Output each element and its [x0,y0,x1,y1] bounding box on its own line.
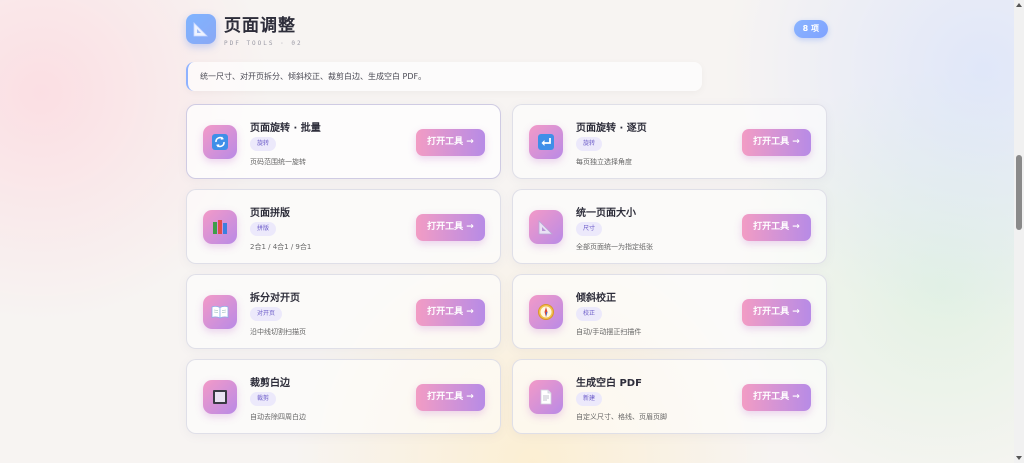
tool-title: 倾斜校正 [576,293,616,304]
books-icon [203,210,237,244]
tool-description: 自定义尺寸、格线、页眉页脚 [576,413,667,421]
page-scrollbar[interactable] [1014,0,1024,463]
open-tool-button[interactable]: 打开工具 → [742,299,811,326]
open-tool-button[interactable]: 打开工具 → [742,214,811,241]
open-tool-button[interactable]: 打开工具 → [416,384,485,411]
tool-card-blank-pdf[interactable]: 生成空白 PDF 新建 自定义尺寸、格线、页眉页脚 打开工具 → [512,359,827,434]
page-title: 页面调整 [224,16,296,36]
tool-tag: 裁剪 [250,392,277,406]
tool-description: 自动/手动摆正扫描件 [576,328,642,336]
tool-title: 统一页面大小 [576,208,636,219]
tool-title: 裁剪白边 [250,378,290,389]
tool-title: 页面旋转 · 批量 [250,123,321,134]
tool-tag: 对开页 [250,307,283,321]
tool-tag: 旋转 [576,137,603,151]
tool-title: 页面旋转 · 逐页 [576,123,647,134]
rotate-icon [203,125,237,159]
tool-description: 自动去除四周白边 [250,413,306,421]
tool-card-unify-size[interactable]: 统一页面大小 尺寸 全部页面统一为指定纸张 打开工具 → [512,189,827,264]
square-frame-icon [203,380,237,414]
tool-card-imposition[interactable]: 页面拼版 拼版 2合1 / 4合1 / 9合1 打开工具 → [186,189,501,264]
tool-tag: 新建 [576,392,603,406]
tool-description: 每页独立选择角度 [576,158,632,166]
tool-description: 页码范围统一旋转 [250,158,306,166]
open-book-icon [203,295,237,329]
triangle-ruler-icon [529,210,563,244]
tool-tag: 校正 [576,307,603,321]
tool-card-batch-rotate[interactable]: 页面旋转 · 批量 旋转 页码范围统一旋转 打开工具 → [186,104,501,179]
tool-description: 2合1 / 4合1 / 9合1 [250,243,312,251]
tool-tag: 旋转 [250,137,277,151]
tool-count-badge: 8 项 [793,20,828,38]
tool-title: 拆分对开页 [250,293,300,304]
scroll-up-icon[interactable] [1016,3,1022,7]
section-header: 页面调整 PDF TOOLS · 02 8 项 [186,11,828,51]
document-icon [529,380,563,414]
tool-grid: 页面旋转 · 批量 旋转 页码范围统一旋转 打开工具 → 页面旋转 · 逐页 旋… [186,104,828,434]
tool-description: 沿中线切割扫描页 [250,328,306,336]
tool-card-crop-margins[interactable]: 裁剪白边 裁剪 自动去除四周白边 打开工具 → [186,359,501,434]
tool-tag: 拼版 [250,222,277,236]
open-tool-button[interactable]: 打开工具 → [416,129,485,156]
tool-card-split-spreads[interactable]: 拆分对开页 对开页 沿中线切割扫描页 打开工具 → [186,274,501,349]
return-arrow-icon [529,125,563,159]
tool-tag: 尺寸 [576,222,603,236]
tool-card-page-rotate[interactable]: 页面旋转 · 逐页 旋转 每页独立选择角度 打开工具 → [512,104,827,179]
page-subtitle: PDF TOOLS · 02 [224,40,303,47]
open-tool-button[interactable]: 打开工具 → [742,129,811,156]
tool-description: 全部页面统一为指定纸张 [576,243,653,251]
compass-icon [529,295,563,329]
tool-title: 页面拼版 [250,208,290,219]
tool-card-deskew[interactable]: 倾斜校正 校正 自动/手动摆正扫描件 打开工具 → [512,274,827,349]
open-tool-button[interactable]: 打开工具 → [416,299,485,326]
scrollbar-thumb[interactable] [1016,155,1022,230]
open-tool-button[interactable]: 打开工具 → [416,214,485,241]
open-tool-button[interactable]: 打开工具 → [742,384,811,411]
section-description: 统一尺寸、对开页拆分、倾斜校正、裁剪白边、生成空白 PDF。 [186,62,702,91]
scroll-down-icon[interactable] [1016,456,1022,460]
triangle-ruler-icon [186,14,216,44]
tool-title: 生成空白 PDF [576,378,642,389]
